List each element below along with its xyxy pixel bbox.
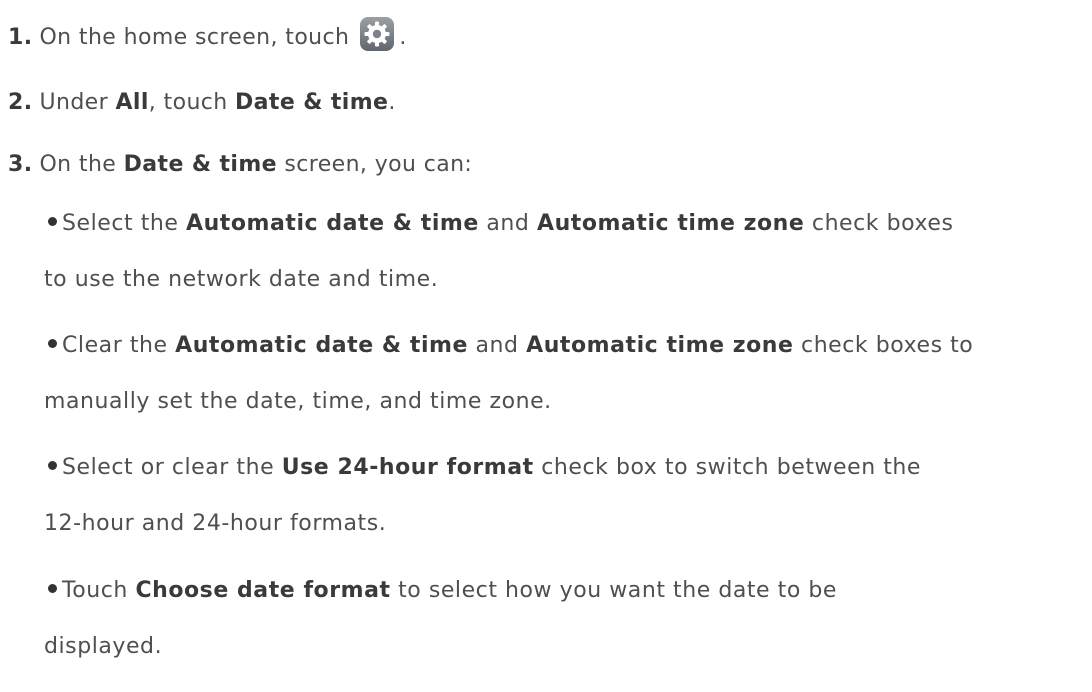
bullet-text: Select or clear the bbox=[62, 455, 282, 480]
bullet-text: manually set the date, time, and time zo… bbox=[44, 389, 552, 414]
bullet-text: check boxes to bbox=[793, 333, 974, 358]
bullet-item-1: Select the Automatic date & time and Aut… bbox=[42, 196, 953, 308]
bullet-text: check boxes bbox=[804, 211, 954, 236]
ui-term: Automatic date & time bbox=[186, 211, 479, 236]
bullet-text: Select the bbox=[62, 211, 187, 236]
step-3: 3. On the Date & time screen, you can: bbox=[8, 150, 472, 180]
bullet-text: displayed. bbox=[44, 634, 163, 659]
ui-term: Automatic date & time bbox=[175, 333, 468, 358]
settings-gear-icon bbox=[359, 16, 395, 52]
bullet-text: 12-hour and 24-hour formats. bbox=[44, 511, 387, 536]
bullet-item-3: Select or clear the Use 24-hour format c… bbox=[42, 440, 921, 552]
ui-term: Date & time bbox=[235, 90, 389, 115]
step-text: On the bbox=[39, 152, 124, 177]
step-text: screen, you can: bbox=[276, 152, 473, 177]
ui-term: Use 24-hour format bbox=[281, 455, 534, 480]
step-number: 3. bbox=[8, 152, 33, 177]
step-1: 1. On the home screen, touch . bbox=[8, 17, 407, 56]
bullet-text: check box to switch between the bbox=[533, 455, 921, 480]
bullet-text: to use the network date and time. bbox=[44, 267, 439, 292]
ui-term: Choose date format bbox=[135, 578, 391, 603]
step-text: On the home screen, touch bbox=[39, 25, 350, 50]
bullet-text: Touch bbox=[62, 578, 136, 603]
bullet-item-2: Clear the Automatic date & time and Auto… bbox=[42, 318, 973, 430]
step-text: . bbox=[388, 90, 396, 115]
step-text: Under bbox=[39, 90, 116, 115]
step-text: , touch bbox=[148, 90, 236, 115]
step-number: 1. bbox=[8, 25, 33, 50]
ui-term: Date & time bbox=[123, 152, 277, 177]
ui-term: All bbox=[115, 90, 149, 115]
bullet-icon bbox=[48, 584, 57, 593]
ui-term: Automatic time zone bbox=[537, 211, 805, 236]
step-text-end: . bbox=[399, 25, 407, 50]
bullet-icon bbox=[48, 461, 57, 470]
bullet-text: Clear the bbox=[62, 333, 176, 358]
step-2: 2. Under All, touch Date & time. bbox=[8, 88, 396, 118]
bullet-text: and bbox=[467, 333, 527, 358]
bullet-text: and bbox=[478, 211, 537, 236]
step-number: 2. bbox=[8, 90, 33, 115]
bullet-item-4: Touch Choose date format to select how y… bbox=[42, 563, 837, 675]
bullet-icon bbox=[48, 339, 57, 348]
bullet-icon bbox=[48, 217, 57, 226]
bullet-text: to select how you want the date to be bbox=[390, 578, 838, 603]
ui-term: Automatic time zone bbox=[526, 333, 794, 358]
